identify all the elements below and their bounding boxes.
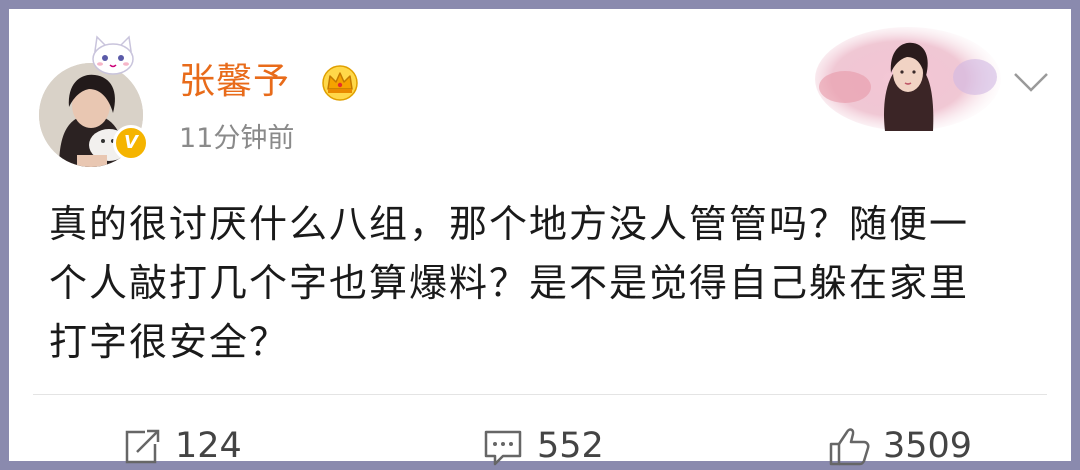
- verified-badge: V: [113, 125, 149, 161]
- like-button[interactable]: 3509: [827, 423, 972, 469]
- like-count: 3509: [883, 426, 973, 466]
- post-text-line: 个人敲打几个字也算爆料？是不是觉得自己躲在家里: [49, 261, 970, 305]
- post-text: 真的很讨厌什么八组，那个地方没人管管吗？随便一 个人敲打几个字也算爆料？是不是觉…: [49, 195, 1059, 372]
- divider: [33, 394, 1047, 395]
- post-text-line: 打字很安全？: [49, 320, 290, 364]
- post-text-line: 真的很讨厌什么八组，那个地方没人管管吗？随便一: [49, 202, 970, 246]
- share-icon: [125, 429, 160, 464]
- cat-pendant-icon: [92, 35, 134, 75]
- username[interactable]: 张馨予: [179, 61, 290, 103]
- thumbs-up-icon: [829, 428, 870, 466]
- repost-button[interactable]: 124: [119, 423, 242, 469]
- repost-count: 124: [175, 426, 242, 466]
- profile-cover-image: [815, 27, 1001, 131]
- comment-count: 552: [537, 426, 604, 466]
- comment-icon: [484, 430, 522, 466]
- weibo-post-card: V 张馨予 11分钟前 真的很讨厌什么八组，那个地方没人管管吗？随便一 个人敲打…: [9, 9, 1071, 466]
- post-timestamp: 11分钟前: [179, 123, 295, 154]
- verified-badge-label: V: [124, 131, 138, 153]
- crown-icon[interactable]: [321, 65, 359, 101]
- chevron-down-icon[interactable]: [1012, 70, 1050, 94]
- comment-button[interactable]: 552: [481, 423, 604, 469]
